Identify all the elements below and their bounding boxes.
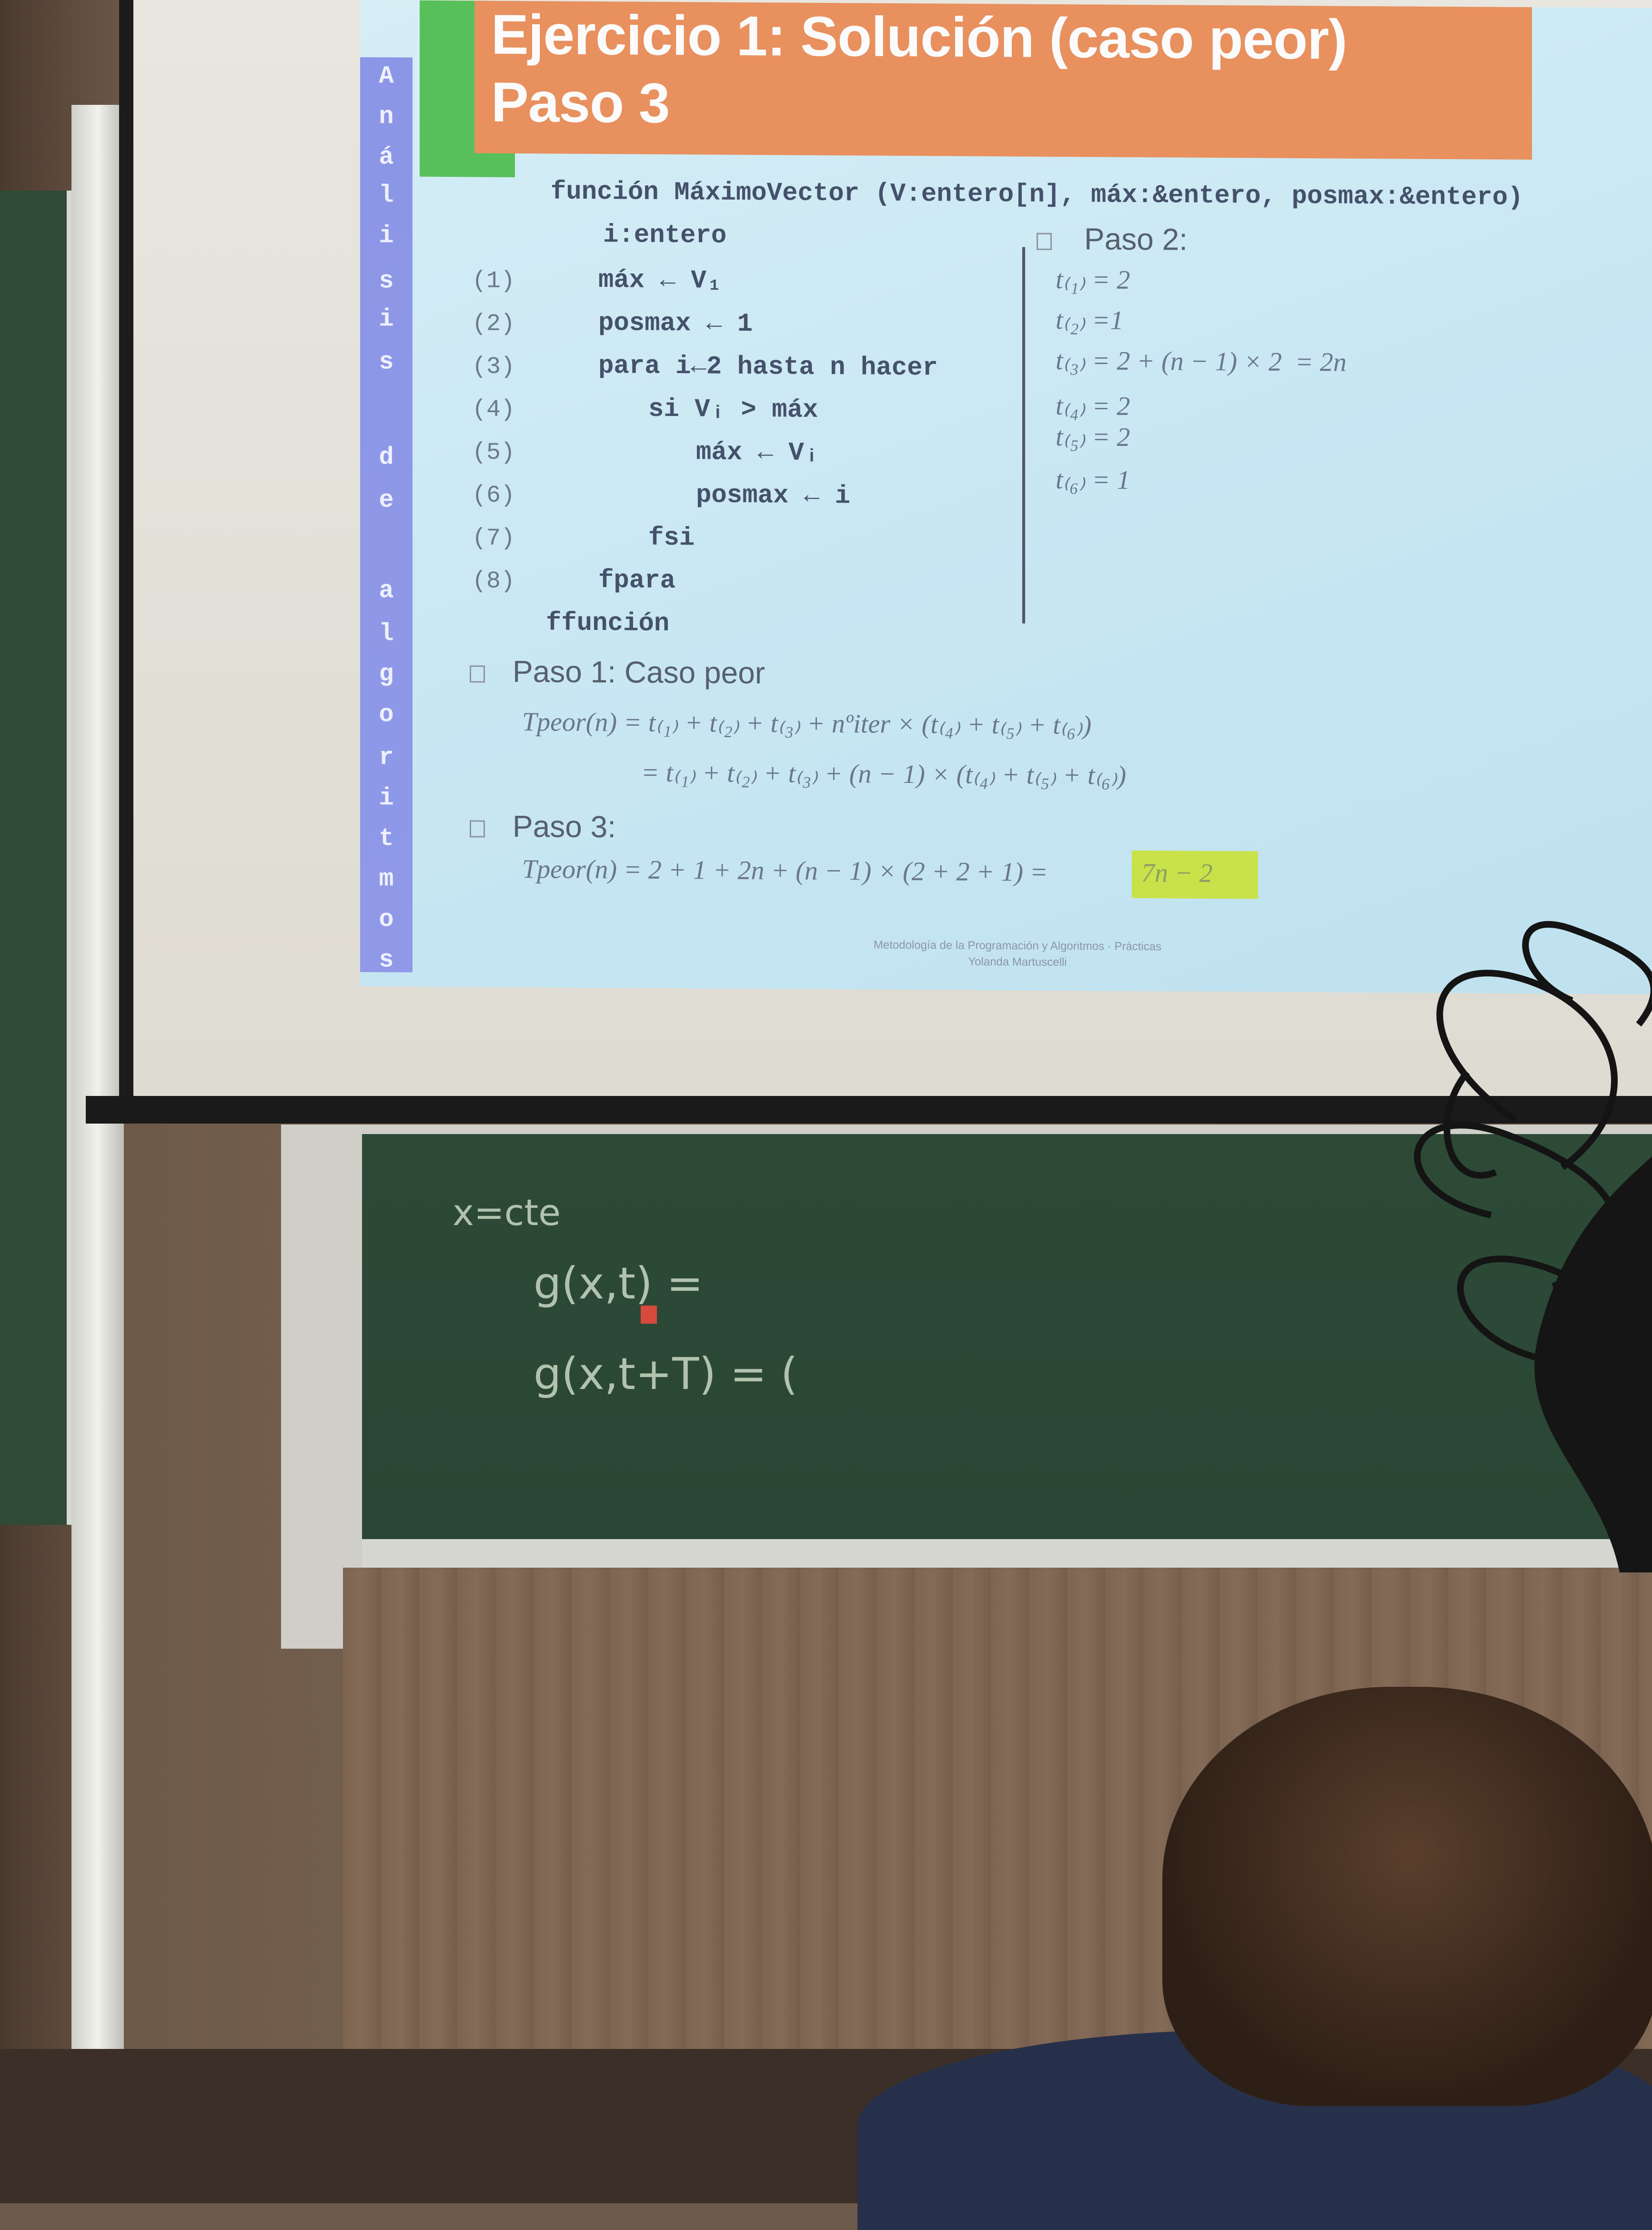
code-line-number: (4) <box>472 396 515 424</box>
side-label-letter: n <box>379 102 394 131</box>
slide-title-line2: Paso 3 <box>491 71 670 135</box>
side-label-letter: r <box>379 743 394 772</box>
paso2-t6: t₍₆₎ = 1 <box>1056 465 1130 495</box>
code-line: máx ← V₁ <box>598 266 722 296</box>
student-head <box>1162 1687 1652 2106</box>
paso3-heading: Paso 3: <box>513 809 616 844</box>
side-label-letter: a <box>379 577 394 605</box>
bullet-icon <box>470 665 485 683</box>
paso2-t4: t₍₄₎ = 2 <box>1056 391 1130 421</box>
hair-foreground <box>1414 921 1652 1572</box>
code-line: máx ← Vᵢ <box>696 438 820 468</box>
paso2-t3: t₍₃₎ = 2 + (n − 1) × 2 = 2n <box>1056 345 1347 377</box>
side-label-letter: s <box>379 267 394 295</box>
side-label-letter: s <box>379 946 394 974</box>
side-label-letter: t <box>379 824 394 853</box>
side-label-letter: á <box>379 143 394 172</box>
result-value: 7n − 2 <box>1141 858 1213 888</box>
code-line-number: (8) <box>472 568 515 595</box>
code-line-number: (3) <box>472 353 515 381</box>
chalk-note: x=cte <box>453 1191 561 1234</box>
slide-footer-author: Yolanda Martuscelli <box>968 955 1067 969</box>
chalk-note: g(x,t+T) = ( <box>534 1348 798 1399</box>
slide-title-line1: Ejercicio 1: Solución (caso peor) <box>491 3 1347 71</box>
code-line-number: (2) <box>472 310 515 338</box>
code-line: posmax ← 1 <box>598 309 753 339</box>
code-line: posmax ← i <box>696 481 851 511</box>
slide-title: Ejercicio 1: Solución (caso peor) Paso 3 <box>491 1 1634 143</box>
slide-footer: Metodología de la Programación y Algorit… <box>732 936 1303 972</box>
code-line-number: (6) <box>472 482 515 509</box>
paso2-heading: Paso 2: <box>1084 222 1188 257</box>
paso2-t1: t₍₁₎ = 2 <box>1056 264 1130 295</box>
code-line: para i←2 hasta n hacer <box>598 352 938 383</box>
code-line-number: (5) <box>472 439 515 466</box>
code-declaration: i:entero <box>603 221 727 251</box>
bullet-icon <box>470 820 485 838</box>
code-line-number: (1) <box>472 267 515 295</box>
left-chalkboard <box>0 191 75 1525</box>
paso2-t2: t₍₂₎ =1 <box>1056 305 1124 335</box>
code-line: fpara <box>598 566 676 596</box>
side-label-letter: d <box>379 443 394 472</box>
paso3-equation: Tpeor(n) = 2 + 1 + 2n + (n − 1) × (2 + 2… <box>522 854 1048 887</box>
code-line: si Vᵢ > máx <box>648 395 818 425</box>
side-label-letter: i <box>379 305 394 334</box>
side-label-letter: m <box>379 865 394 893</box>
paso2-t5: t₍₅₎ = 2 <box>1056 422 1130 452</box>
side-label-letter: i <box>379 784 394 812</box>
side-label-letter: g <box>379 660 394 689</box>
side-label-letter: o <box>379 700 394 729</box>
side-label-letter: l <box>379 181 394 210</box>
side-label-letter: l <box>379 619 394 648</box>
paso1-heading: Paso 1: Caso peor <box>513 654 766 690</box>
side-label-letter: e <box>379 486 394 515</box>
paso1-equation-2: = t₍₁₎ + t₍₂₎ + t₍₃₎ + (n − 1) × (t₍₄₎ +… <box>641 758 1127 791</box>
side-label-letter: A <box>379 62 394 91</box>
side-label-letter: s <box>379 348 394 376</box>
side-label-letter: o <box>379 905 394 934</box>
code-divider <box>1022 247 1025 624</box>
code-line: fsi <box>648 523 695 553</box>
code-header: función MáximoVector (V:entero[n], máx:&… <box>551 177 1523 213</box>
red-marker-dot <box>641 1306 657 1324</box>
chalk-note: g(x,t) = <box>534 1258 704 1309</box>
code-footer: ffunción <box>546 608 670 639</box>
code-line-number: (7) <box>472 525 515 552</box>
side-label-letter: i <box>379 222 394 250</box>
bullet-icon <box>1037 233 1052 250</box>
paso1-equation-1: Tpeor(n) = t₍₁₎ + t₍₂₎ + t₍₃₎ + nºiter ×… <box>522 707 1092 740</box>
